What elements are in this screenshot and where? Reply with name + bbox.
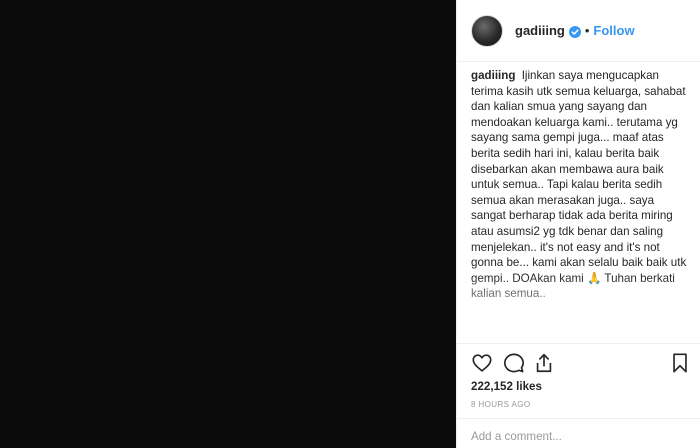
post-caption: gadiiing Ijinkan saya mengucapkan terima… [471,68,689,302]
post-timestamp[interactable]: 8 HOURS AGO [471,400,531,409]
likes-label: likes [516,380,542,393]
share-icon[interactable] [533,352,555,374]
caption-text: Ijinkan saya mengucapkan terima kasih ut… [471,69,687,300]
likes-count[interactable]: 222,152 likes [471,380,542,393]
username-link[interactable]: gadiiing [515,23,565,38]
divider [457,343,700,344]
caption-username[interactable]: gadiiing [471,69,515,82]
caption-fade [457,276,700,346]
post-header: gadiiing • Follow [457,0,700,62]
bookmark-icon[interactable] [669,352,691,374]
verified-badge-icon [568,25,581,38]
comment-bar [457,418,700,448]
heart-icon[interactable] [471,352,493,374]
separator-dot: • [584,23,590,38]
post-media[interactable] [0,0,456,448]
post-sidebar: gadiiing • Follow gadiiing Ijinkan saya … [456,0,700,448]
follow-button[interactable]: Follow [593,23,634,38]
likes-number: 222,152 [471,380,513,393]
avatar[interactable] [471,14,503,47]
comment-icon[interactable] [503,352,525,374]
action-bar [471,352,691,376]
comment-input[interactable] [471,428,687,444]
